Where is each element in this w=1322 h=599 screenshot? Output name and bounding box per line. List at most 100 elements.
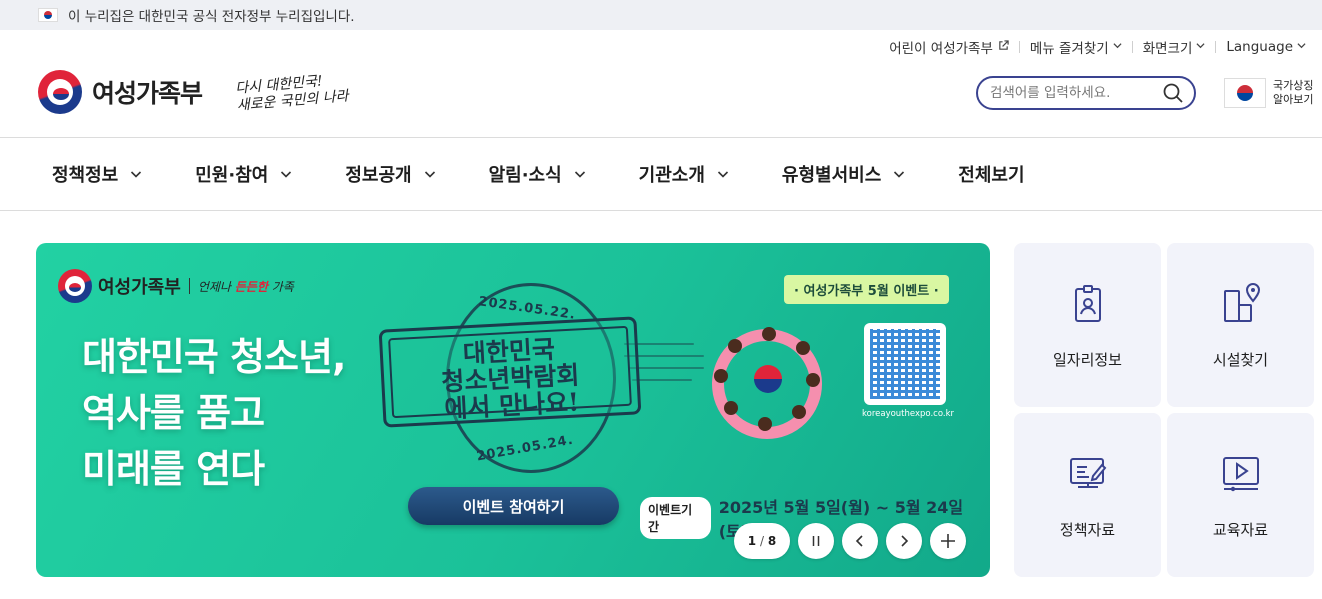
quick-link-label: 시설찾기 <box>1212 351 1269 369</box>
quick-link-label: 일자리정보 <box>1052 351 1122 369</box>
video-play-icon <box>1222 457 1259 492</box>
main-content: 여성가족부 언제나 든든한 가족 대한민국 청소년, 역사를 품고 미래를 연다… <box>36 243 1316 577</box>
kids-site-label: 어린이 여성가족부 <box>889 41 993 57</box>
event-period-label: 이벤트기간 <box>640 497 711 539</box>
banner-logo-divider <box>188 278 190 294</box>
national-symbols-line-2: 알아보기 <box>1273 93 1314 106</box>
pause-button[interactable] <box>798 523 834 559</box>
chevron-down-icon <box>1113 41 1122 53</box>
figure-dot <box>796 341 810 355</box>
taegeuk-emblem-icon <box>754 365 782 393</box>
korea-flag-icon <box>1224 78 1266 108</box>
korea-flag-icon <box>38 8 58 22</box>
national-symbols-line-1: 국가상징 <box>1273 79 1314 92</box>
headline-line-3: 미래를 연다 <box>82 447 265 491</box>
qr-url: koreayouthexpo.co.kr <box>862 409 955 419</box>
pause-icon <box>812 536 820 546</box>
nav-item-label: 기관소개 <box>638 165 705 186</box>
favorites-label: 메뉴 즐겨찾기 <box>1029 41 1109 57</box>
logo-text: 여성가족부 <box>92 79 203 108</box>
figure-dot <box>758 417 772 431</box>
quick-link-facility[interactable]: 시설찾기 <box>1167 243 1314 407</box>
figure-dot <box>792 405 806 419</box>
national-symbols-link[interactable]: 국가상징 알아보기 <box>1224 78 1313 108</box>
nav-item-civil[interactable]: 민원·참여 <box>195 161 292 187</box>
kids-site-link[interactable]: 어린이 여성가족부 <box>879 37 1019 57</box>
chevron-down-icon <box>574 171 585 178</box>
next-slide-button[interactable] <box>886 523 922 559</box>
national-symbols-label: 국가상징 알아보기 <box>1273 79 1313 107</box>
slide-counter-text: 1 / 8 <box>748 534 776 548</box>
nav-item-policy[interactable]: 정책정보 <box>52 161 142 187</box>
nav-item-label: 전체보기 <box>958 165 1025 186</box>
taegeuk-logo-icon <box>58 269 92 303</box>
site-logo[interactable]: 여성가족부 <box>38 70 203 114</box>
plus-icon <box>941 534 955 548</box>
nav-item-about[interactable]: 기관소개 <box>639 161 729 187</box>
chevron-down-icon <box>717 171 728 178</box>
nav-item-label: 민원·참여 <box>195 165 269 186</box>
chevron-down-icon <box>1196 41 1205 53</box>
banner-headline: 대한민국 청소년, 역사를 품고 미래를 연다 <box>82 329 346 497</box>
document-edit-icon <box>1069 458 1106 488</box>
figure-dot <box>762 327 776 341</box>
nav-item-label: 알림·소식 <box>488 165 562 186</box>
nav-item-label: 정책정보 <box>52 165 119 186</box>
nav-item-news[interactable]: 알림·소식 <box>489 161 586 187</box>
building-location-icon <box>1223 283 1260 322</box>
nav-item-sitemap[interactable]: 전체보기 <box>958 161 1024 187</box>
banner-slogan-suffix: 가족 <box>267 279 294 294</box>
slide-total: 8 <box>767 534 777 548</box>
quick-link-policy-docs[interactable]: 정책자료 <box>1014 413 1161 577</box>
search-icon[interactable] <box>1162 82 1184 104</box>
chevron-down-icon <box>131 171 142 178</box>
headline-line-2: 역사를 품고 <box>82 391 265 435</box>
headline-line-1: 대한민국 청소년, <box>82 335 346 379</box>
chevron-down-icon <box>281 171 292 178</box>
figure-dot <box>728 339 742 353</box>
banner-slogan-emphasis: 든든한 <box>234 279 268 294</box>
chevron-down-icon <box>1297 41 1306 53</box>
view-all-slides-button[interactable] <box>930 523 966 559</box>
slide-counter-slash: / <box>756 534 768 548</box>
national-slogan: 다시 대한민국! 새로운 국민의 나라 <box>235 71 349 115</box>
utility-menu: 어린이 여성가족부 메뉴 즐겨찾기 화면크기 Language <box>0 30 1322 64</box>
figure-dot <box>724 401 738 415</box>
banner-logo-text: 여성가족부 <box>98 277 181 298</box>
banner-slogan-prefix: 언제나 <box>197 279 235 294</box>
expo-stamp: 대한민국 청소년박람회 에서 만나요! <box>378 316 642 428</box>
id-badge-icon <box>1074 285 1101 322</box>
slide-current: 1 <box>747 534 757 548</box>
chevron-down-icon <box>894 171 905 178</box>
hero-banner[interactable]: 여성가족부 언제나 든든한 가족 대한민국 청소년, 역사를 품고 미래를 연다… <box>36 243 990 577</box>
postmark-wave <box>632 379 692 381</box>
figure-dot <box>806 373 820 387</box>
slide-counter: 1 / 8 <box>734 523 790 559</box>
chevron-right-icon <box>901 535 909 547</box>
search-input[interactable] <box>990 85 1162 101</box>
banner-logo: 여성가족부 언제나 든든한 가족 <box>58 269 294 303</box>
gov-notice-text: 이 누리집은 대한민국 공식 전자정부 누리집입니다. <box>68 9 355 25</box>
postmark-wave <box>628 367 704 369</box>
quick-link-label: 교육자료 <box>1212 521 1269 539</box>
prev-slide-button[interactable] <box>842 523 878 559</box>
figure-dot <box>714 369 728 383</box>
search-box <box>976 76 1196 110</box>
nav-item-services[interactable]: 유형별서비스 <box>782 161 905 187</box>
quick-link-label: 정책자료 <box>1059 521 1116 539</box>
screen-size-button[interactable]: 화면크기 <box>1133 37 1216 57</box>
banner-slogan: 언제나 든든한 가족 <box>198 278 294 295</box>
external-link-icon <box>998 40 1009 54</box>
quick-link-jobs[interactable]: 일자리정보 <box>1014 243 1161 407</box>
language-button[interactable]: Language <box>1216 39 1316 55</box>
chevron-left-icon <box>855 535 863 547</box>
main-navigation: 정책정보 민원·참여 정보공개 알림·소식 기관소개 유형별서비스 전체보기 <box>0 138 1322 211</box>
chevron-down-icon <box>424 171 435 178</box>
qr-code <box>864 323 946 405</box>
screen-size-label: 화면크기 <box>1142 41 1193 57</box>
nav-item-disclosure[interactable]: 정보공개 <box>345 161 435 187</box>
quick-link-education[interactable]: 교육자료 <box>1167 413 1314 577</box>
favorites-menu-button[interactable]: 메뉴 즐겨찾기 <box>1020 37 1132 57</box>
event-join-button[interactable]: 이벤트 참여하기 <box>408 487 619 525</box>
language-label: Language <box>1226 39 1293 55</box>
